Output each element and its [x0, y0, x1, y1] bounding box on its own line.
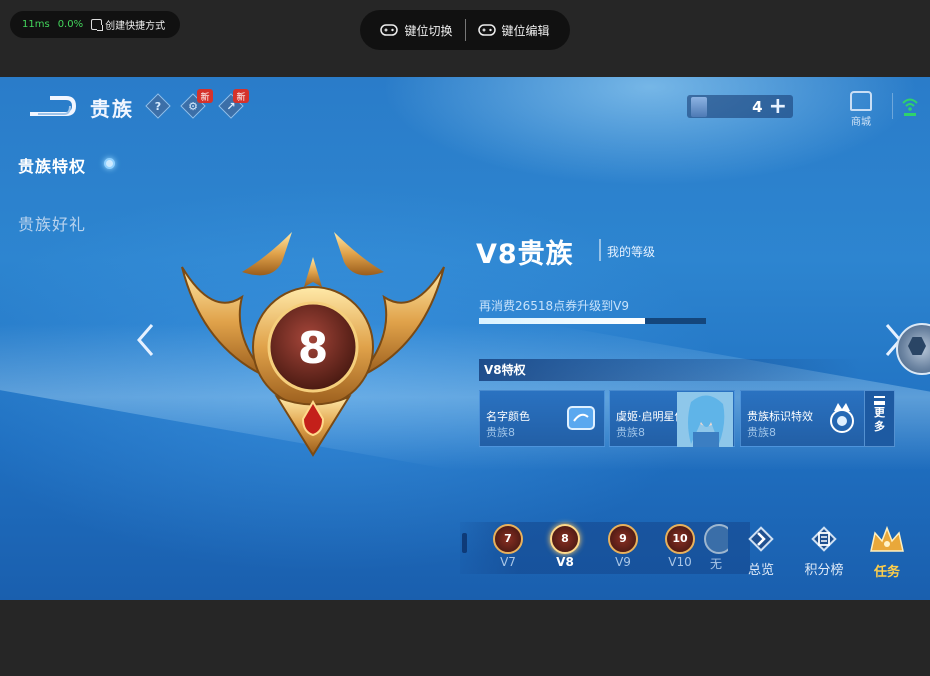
active-indicator	[104, 158, 115, 169]
wifi-signal-icon	[902, 98, 918, 116]
keymap-edit-label: 键位编辑	[501, 23, 550, 38]
overview-icon	[748, 526, 774, 552]
shop-icon	[850, 91, 872, 111]
my-level-label: 我的等级	[607, 245, 656, 259]
privileges-header: V8特权	[479, 359, 861, 381]
task-label: 任务	[873, 565, 900, 580]
more-privileges-button[interactable]: 更 多	[864, 390, 895, 447]
level-label: V8	[556, 555, 574, 569]
add-coupon-icon[interactable]: +	[769, 95, 793, 117]
ranking-button[interactable]: 积分榜	[801, 525, 847, 578]
emblem-level: 8	[298, 323, 329, 374]
back-arrow-icon[interactable]	[28, 95, 76, 117]
crown-badge-icon	[830, 403, 854, 433]
game-header: 贵族 ? ⚙ 新 ↗ 新 4 + 商城	[0, 77, 930, 137]
upgrade-progress-text: 再消费26518点券升级到V9	[479, 299, 630, 313]
level-badge: 9	[608, 524, 638, 554]
keymap-switch-button[interactable]: 键位切换	[368, 22, 464, 39]
keymap-switch-label: 键位切换	[404, 23, 453, 38]
new-badge: 新	[233, 89, 249, 103]
more-label-line-2: 多	[874, 420, 885, 433]
task-button[interactable]: 任务	[864, 525, 910, 580]
privilege-card-badge-effect[interactable]: 贵族标识特效 贵族8	[740, 390, 866, 447]
ranking-label: 积分榜	[804, 563, 844, 578]
performance-stats: 11ms 0.0% 创建快捷方式	[10, 11, 180, 38]
chevron-left-icon[interactable]	[135, 322, 155, 358]
header-divider	[892, 93, 893, 119]
latency-readout: 11ms	[22, 19, 50, 30]
vip-level-title: V8贵族	[476, 239, 574, 270]
upgrade-progress-fill	[479, 318, 645, 324]
privilege-name: 虞姬·启明星使	[616, 410, 686, 423]
level-item-none[interactable]: 无	[704, 524, 728, 572]
task-crown-icon	[870, 525, 904, 552]
more-label-line-1: 更	[874, 406, 885, 419]
game-screen: 贵族 ? ⚙ 新 ↗ 新 4 + 商城 贵族特权 贵族好礼 8 V8贵族 我的等…	[0, 77, 930, 600]
gamepad-icon	[477, 24, 496, 36]
create-shortcut-button[interactable]: 创建快捷方式	[91, 17, 165, 32]
coupon-count: 4	[752, 97, 763, 116]
shop-label: 商城	[851, 117, 871, 128]
privilege-level: 贵族8	[486, 426, 515, 439]
sidebar-item-gifts[interactable]: 贵族好礼	[18, 211, 86, 235]
new-badge: 新	[197, 89, 213, 103]
level-label: V10	[668, 555, 692, 569]
level-item-v7[interactable]: 7 V7	[488, 524, 528, 569]
help-button[interactable]: ?	[145, 93, 171, 119]
help-icon: ?	[154, 99, 162, 113]
privilege-card-name-color[interactable]: 名字颜色 贵族8	[479, 390, 605, 447]
level-badge	[704, 524, 728, 554]
coupon-icon	[691, 96, 707, 117]
privilege-level: 贵族8	[747, 426, 776, 439]
page-title: 贵族	[90, 97, 134, 121]
level-label: V7	[500, 555, 516, 569]
level-item-v9[interactable]: 9 V9	[603, 524, 643, 569]
sidebar-item-privileges[interactable]: 贵族特权	[18, 153, 86, 177]
gamepad-icon	[380, 24, 399, 36]
create-shortcut-label: 创建快捷方式	[105, 21, 166, 32]
keymap-toolbar: 键位切换 键位编辑	[360, 10, 570, 50]
keymap-edit-button[interactable]: 键位编辑	[466, 22, 562, 39]
shop-button[interactable]: 商城	[846, 91, 876, 128]
level-badge: 7	[493, 524, 523, 554]
upgrade-progress-bar	[479, 318, 706, 324]
skin-portrait-image	[677, 392, 733, 447]
title-separator	[599, 239, 601, 261]
level-item-v10[interactable]: 10 V10	[660, 524, 700, 569]
privilege-name: 名字颜色	[486, 410, 530, 423]
level-label: V9	[615, 555, 631, 569]
level-selector-edge	[462, 533, 467, 553]
privilege-card-skin[interactable]: 虞姬·启明星使 贵族8	[609, 390, 735, 447]
noble-emblem: 8	[181, 232, 445, 457]
privilege-name: 贵族标识特效	[747, 410, 813, 423]
level-item-v8[interactable]: 8 V8	[545, 524, 585, 569]
shortcut-icon	[91, 19, 104, 31]
level-badge: 8	[550, 524, 580, 554]
coupon-balance[interactable]: 4 +	[687, 95, 793, 118]
privilege-level: 贵族8	[616, 426, 645, 439]
overview-button[interactable]: 总览	[738, 525, 784, 578]
packet-loss-readout: 0.0%	[57, 19, 84, 30]
list-icon	[874, 396, 885, 405]
name-tag-icon	[567, 406, 595, 430]
level-badge: 10	[665, 524, 695, 554]
ranking-list-icon	[811, 526, 837, 552]
level-label: 无	[709, 557, 722, 571]
overview-label: 总览	[747, 563, 774, 578]
